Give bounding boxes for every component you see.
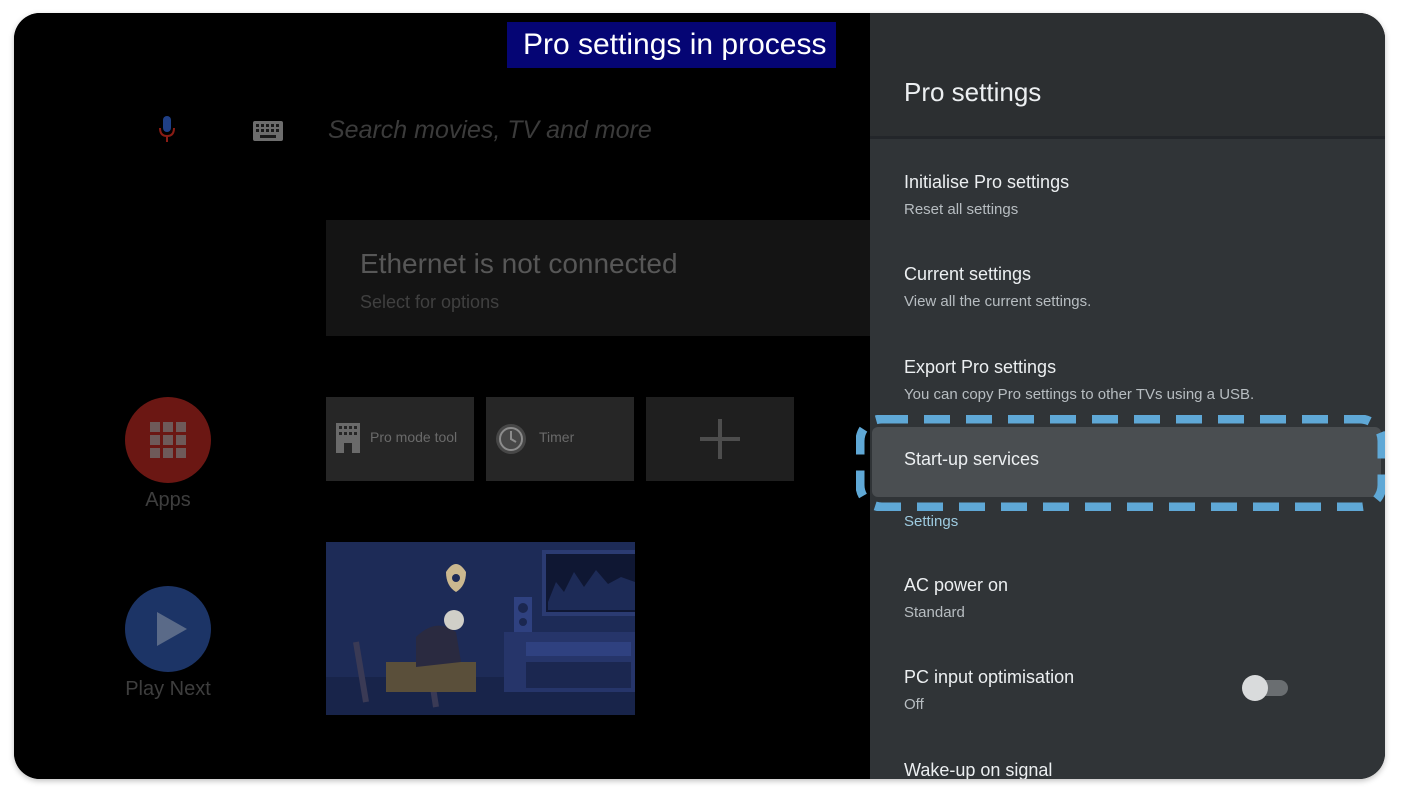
- timer-tile[interactable]: Timer: [486, 397, 634, 481]
- pro-mode-tool-label: Pro mode tool: [370, 429, 458, 445]
- add-app-tile[interactable]: [646, 397, 794, 481]
- settings-section-header: Settings: [904, 513, 959, 530]
- status-caption: Pro settings in process: [507, 22, 837, 68]
- menu-item-title: Current settings: [904, 264, 1032, 284]
- menu-item-title: Start-up services: [904, 449, 1040, 469]
- menu-item-title: Export Pro settings: [904, 357, 1057, 377]
- ethernet-status-title: Ethernet is not connected: [360, 248, 678, 279]
- pro-settings-panel: Pro settings Initialise Pro settings Res…: [870, 13, 1385, 779]
- play-next-button[interactable]: [125, 586, 211, 672]
- home-screen: Search movies, TV and more Ethernet is n…: [14, 13, 886, 779]
- apps-button[interactable]: [125, 397, 211, 483]
- play-icon: [157, 612, 187, 646]
- panel-header: Pro settings: [870, 13, 1385, 139]
- featured-banner-image[interactable]: [326, 542, 635, 715]
- toggle-thumb: [1242, 675, 1268, 701]
- pro-mode-tool-icon: [336, 423, 360, 453]
- menu-item-subtitle: View all the current settings.: [904, 293, 1092, 310]
- pro-mode-tool-tile[interactable]: Pro mode tool: [326, 397, 474, 481]
- menu-item-subtitle: You can copy Pro settings to other TVs u…: [904, 386, 1255, 403]
- menu-item-title: AC power on: [904, 575, 1009, 595]
- apps-label: Apps: [145, 489, 191, 511]
- apps-grid-icon: [150, 422, 186, 458]
- add-icon: [700, 419, 740, 459]
- panel-title: Pro settings: [904, 77, 1042, 107]
- menu-item-start-up-services[interactable]: Start-up services: [872, 427, 1381, 497]
- play-next-label: Play Next: [125, 678, 211, 700]
- menu-item-subtitle: Standard: [904, 604, 965, 621]
- tv-screen: Search movies, TV and more Ethernet is n…: [14, 13, 1385, 779]
- menu-item-subtitle: Reset all settings: [904, 201, 1019, 218]
- menu-item-title: Wake-up on signal: [904, 760, 1053, 779]
- keyboard-icon[interactable]: [253, 121, 283, 141]
- menu-item-title: PC input optimisation: [904, 667, 1075, 687]
- ethernet-status-card[interactable]: Ethernet is not connected Select for opt…: [326, 220, 886, 336]
- menu-item-title: Initialise Pro settings: [904, 172, 1070, 192]
- timer-icon: [496, 424, 526, 454]
- search-input[interactable]: Search movies, TV and more: [328, 116, 652, 145]
- ethernet-status-subtitle: Select for options: [360, 292, 500, 312]
- pc-input-optimisation-toggle[interactable]: [1242, 675, 1290, 701]
- menu-item-subtitle: Off: [904, 696, 924, 713]
- timer-label: Timer: [539, 429, 575, 445]
- microphone-icon[interactable]: [159, 116, 175, 144]
